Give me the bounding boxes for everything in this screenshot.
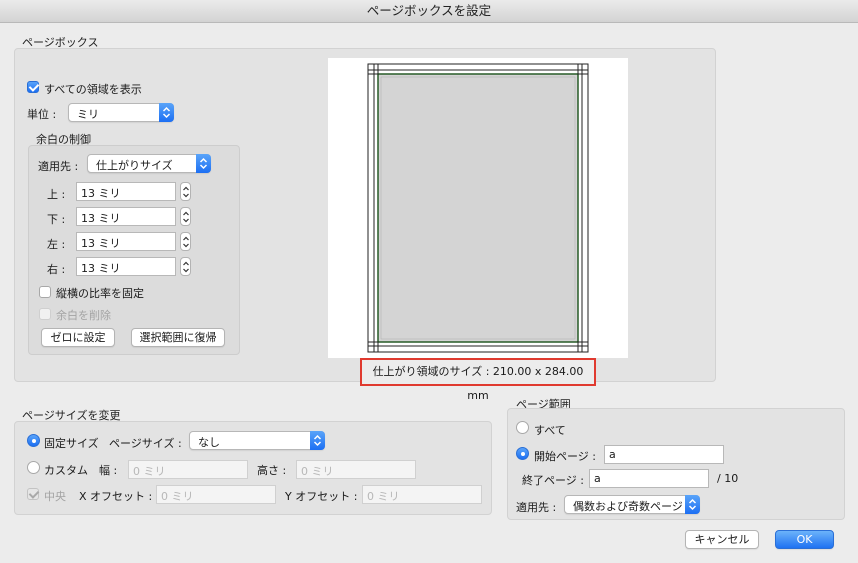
margin-left-stepper[interactable] [180,232,191,251]
all-pages-radio[interactable] [516,421,529,434]
popup-chevron-icon [310,431,325,450]
width-field[interactable]: 0 ミリ [128,460,248,479]
page-range-apply-to-label: 適用先 : [516,501,557,514]
fixed-size-radio[interactable] [27,434,40,447]
margin-right-stepper[interactable] [180,257,191,276]
total-pages-label: / 10 [717,472,739,485]
from-page-label: 開始ページ : [534,450,596,463]
unit-value: ミリ [77,108,99,121]
height-field[interactable]: 0 ミリ [296,460,416,479]
margin-apply-to-value: 仕上がりサイズ [96,159,173,172]
constrain-proportions-checkbox[interactable] [39,286,51,298]
cancel-button[interactable]: キャンセル [685,530,759,549]
popup-chevron-icon [159,103,174,122]
remove-white-margins-checkbox[interactable] [39,308,51,320]
x-offset-field[interactable]: 0 ミリ [156,485,276,504]
center-checkbox[interactable] [27,488,40,500]
unit-popup[interactable]: ミリ [68,103,174,122]
page-size-popup[interactable]: なし [189,431,325,450]
constrain-proportions-label: 縦横の比率を固定 [56,287,144,300]
revert-to-selection-button[interactable]: 選択範囲に復帰 [131,328,225,347]
page-range-apply-to-value: 偶数および奇数ページ [573,500,683,513]
custom-label: カスタム [44,464,88,477]
custom-radio[interactable] [27,461,40,474]
margin-bottom-label: 下 : [47,213,66,226]
y-offset-field[interactable]: 0 ミリ [362,485,482,504]
margin-left-label: 左 : [47,238,66,251]
margin-top-stepper[interactable] [180,182,191,201]
margin-right-field[interactable]: 13 ミリ [76,257,176,276]
margin-top-label: 上 : [47,188,66,201]
width-label: 幅 : [99,464,118,477]
margin-bottom-field[interactable]: 13 ミリ [76,207,176,226]
ok-button[interactable]: OK [775,530,834,549]
unit-label: 単位 : [27,108,57,121]
page-size-value: なし [198,436,220,449]
center-label: 中央 [44,490,66,503]
to-page-field[interactable]: a [589,469,709,488]
y-offset-label: Y オフセット : [285,490,358,503]
popup-chevron-icon [196,154,211,173]
remove-white-margins-label: 余白を削除 [56,309,111,322]
trim-box [377,73,579,343]
from-page-field[interactable]: a [604,445,724,464]
margin-bottom-stepper[interactable] [180,207,191,226]
margin-apply-to-popup[interactable]: 仕上がりサイズ [87,154,211,173]
from-page-radio[interactable] [516,447,529,460]
page-size-label: ページサイズ : [109,437,182,450]
all-pages-label: すべて [534,424,566,437]
popup-chevron-icon [685,495,700,514]
margin-top-field[interactable]: 13 ミリ [76,182,176,201]
to-page-label: 終了ページ : [522,474,584,487]
show-all-areas-label: すべての領域を表示 [44,83,142,96]
set-to-zero-button[interactable]: ゼロに設定 [41,328,115,347]
window-title: ページボックスを設定 [0,0,858,23]
page-range-apply-to-popup[interactable]: 偶数および奇数ページ [564,495,700,514]
height-label: 高さ : [257,464,287,477]
margin-left-field[interactable]: 13 ミリ [76,232,176,251]
trim-size-readout: 仕上がり領域のサイズ : 210.00 x 284.00 mm [360,358,596,402]
x-offset-label: X オフセット : [79,490,153,503]
page-preview-graphic [367,63,589,353]
margin-apply-to-label: 適用先 : [38,160,79,173]
margin-right-label: 右 : [47,263,66,276]
show-all-areas-checkbox[interactable] [27,81,40,93]
page-preview [328,58,628,358]
fixed-size-label: 固定サイズ [44,437,99,450]
